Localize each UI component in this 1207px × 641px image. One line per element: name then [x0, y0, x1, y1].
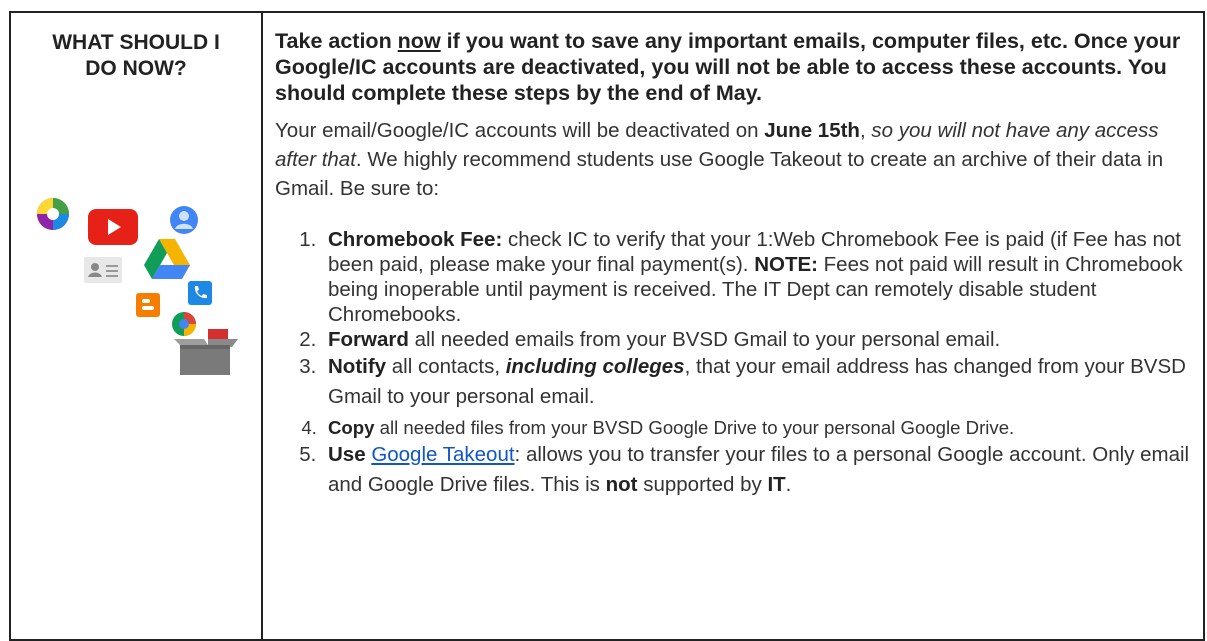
action-warning: Take action now if you want to save any …: [275, 29, 1181, 105]
emphasis-now: now: [397, 29, 441, 53]
heading-line-2: DO NOW?: [85, 57, 187, 80]
contacts-icon: [84, 257, 122, 283]
steps-list: Chromebook Fee: check IC to verify that …: [275, 227, 1205, 500]
list-item: Forward all needed emails from your BVSD…: [322, 327, 1205, 352]
picasa-icon: [37, 198, 69, 230]
list-item: Use Google Takeout: allows you to transf…: [322, 440, 1205, 500]
blogger-icon: [136, 293, 160, 317]
heading-line-1: WHAT SHOULD I: [52, 31, 220, 54]
google-apps-illustration: [36, 193, 246, 383]
voice-icon: [188, 281, 212, 305]
box-icon: [174, 329, 238, 375]
info-table: WHAT SHOULD I DO NOW? Take action now if…: [9, 11, 1205, 641]
drive-icon: [144, 239, 190, 279]
deactivation-date: June 15th: [764, 119, 860, 142]
list-item: Copy all needed files from your BVSD Goo…: [322, 415, 1205, 440]
profile-icon: [170, 206, 198, 234]
intro-paragraph: Your email/Google/IC accounts will be de…: [275, 119, 1164, 200]
right-cell: Take action now if you want to save any …: [275, 28, 1205, 500]
column-divider: [261, 13, 263, 639]
google-takeout-link[interactable]: Google Takeout: [371, 443, 514, 466]
section-heading: WHAT SHOULD I DO NOW?: [11, 30, 261, 82]
list-item: Chromebook Fee: check IC to verify that …: [322, 227, 1205, 327]
youtube-icon: [88, 209, 138, 245]
list-item: Notify all contacts, including colleges,…: [322, 352, 1205, 412]
